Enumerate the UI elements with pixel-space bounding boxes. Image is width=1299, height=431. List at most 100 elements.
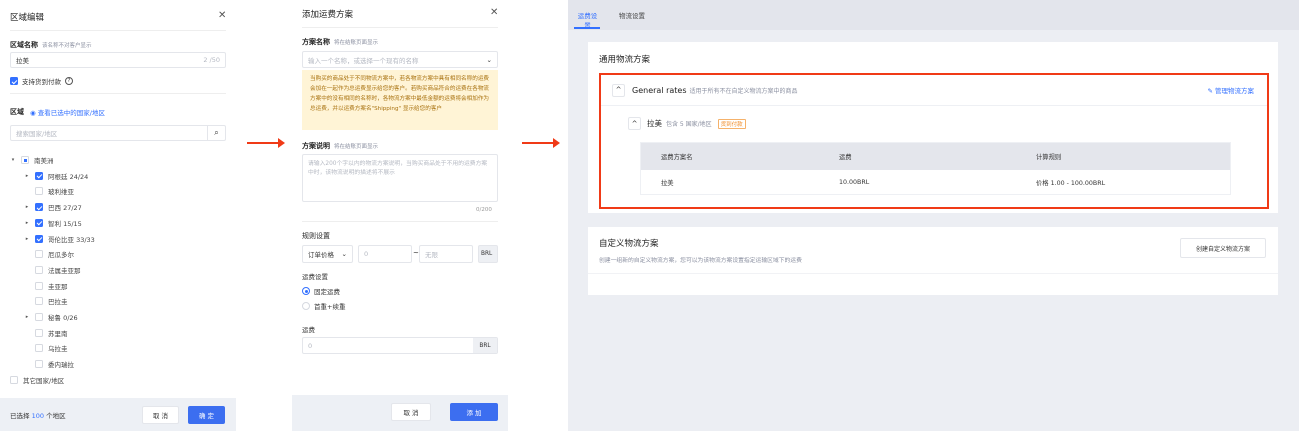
tree-checkbox[interactable] (35, 313, 43, 321)
collapse-chevron-up-icon[interactable]: ^ (612, 83, 625, 97)
section-desc: 创建一组新的自定义物流方案，您可以为该物流方案设置指定运输区域下的运费 (599, 258, 802, 264)
search-icon[interactable]: ⌕ (207, 126, 225, 140)
caret-icon[interactable]: ▾ (10, 157, 16, 163)
tree-item[interactable]: ▸ 阿根廷 24/24 (24, 170, 88, 182)
tree-item-label: 智利 15/15 (48, 219, 82, 228)
general-plan-card: 通用物流方案 ^ General rates 适用于所有不在自定义物流方案中的商… (588, 42, 1278, 213)
rates-table: 运费方案名 运费 计算规则 拉美 10.00BRL 价格 1.00 - 100.… (640, 142, 1231, 195)
tree-item[interactable]: ▸ 智利 15/15 (24, 217, 82, 229)
region-search-input[interactable]: 搜索国家/地区 ⌕ (10, 125, 226, 141)
arrow-icon (522, 138, 560, 148)
rate-desc-textarea[interactable]: 请输入200个字以内的物流方案说明，当购买商品处于不用的运费方案中时，该物流说明… (302, 154, 498, 202)
tree-item[interactable]: 委内瑞拉 (24, 358, 74, 370)
tree-checkbox[interactable] (35, 203, 43, 212)
tree-checkbox[interactable] (10, 375, 18, 384)
tree-checkbox[interactable] (35, 218, 43, 227)
tree-item-label: 秘鲁 0/26 (48, 314, 78, 322)
cod-label: 支持货到付款 (22, 78, 61, 86)
tree-checkbox[interactable] (35, 328, 43, 337)
rate-desc-hint: 将在结账页面显示 (334, 144, 379, 150)
general-rates-desc: 适用于所有不在自定义物流方案中的商品 (689, 87, 798, 95)
close-icon[interactable]: ✕ (490, 7, 498, 18)
rate-name-label: 方案名称 (302, 38, 330, 46)
tree-item[interactable]: 乌拉圭 (24, 342, 68, 354)
currency-addon: BRL (478, 245, 498, 263)
tree-item-label: 厄瓜多尔 (48, 251, 74, 260)
char-counter: 2 /50 (203, 56, 220, 64)
radio-weight-fee[interactable]: 首重+续重 (302, 301, 345, 311)
general-rates-title: General rates (632, 85, 687, 95)
view-selected-link[interactable]: ◉ 查看已选中的国家/地区 (30, 107, 105, 117)
caret-icon[interactable]: ▸ (24, 220, 30, 226)
tree-item[interactable]: 苏里南 (24, 327, 68, 339)
tree-item[interactable]: 其它国家/地区 (10, 374, 64, 386)
zone-name: 拉美 (647, 119, 662, 128)
region-name-input[interactable]: 拉美 2 /50 (10, 52, 226, 68)
rule-min-input[interactable]: 0 (358, 245, 412, 263)
tree-checkbox[interactable] (35, 281, 43, 290)
tree-item-label: 其它国家/地区 (23, 376, 65, 385)
create-custom-plan-button[interactable]: 创建自定义物流方案 (1180, 238, 1266, 258)
tree-item-label: 苏里南 (48, 329, 68, 338)
tree-item[interactable]: ▸ 哥伦比亚 33/33 (24, 233, 95, 245)
tree-checkbox[interactable] (35, 360, 43, 369)
section-title: 自定义物流方案 (599, 239, 659, 249)
tree-checkbox[interactable] (35, 171, 43, 180)
shipping-settings-page: 运费设置 物流设置 通用物流方案 ^ General rates 适用于所有不在… (568, 0, 1299, 431)
fee-input[interactable]: 0 BRL (302, 337, 498, 354)
tree-checkbox[interactable] (35, 297, 43, 306)
cancel-button[interactable]: 取 消 (391, 403, 431, 421)
tree-item[interactable]: 圭亚那 (24, 280, 68, 292)
caret-icon[interactable]: ▸ (24, 173, 30, 179)
tab-bar: 运费设置 物流设置 (568, 0, 1299, 30)
tree-checkbox[interactable] (35, 250, 43, 259)
tree-item[interactable]: ▾ 南美洲 (10, 154, 54, 166)
rate-name-select[interactable]: 输入一个名称，或选择一个现有的名称 ⌄ (302, 51, 498, 68)
tree-checkbox[interactable] (35, 344, 43, 353)
zone-desc: 包含 5 国家/地区 (666, 121, 712, 128)
region-name-hint: 该名称不对客户显示 (42, 43, 92, 49)
confirm-button[interactable]: 确 定 (188, 406, 225, 424)
tree-checkbox[interactable] (35, 234, 43, 243)
close-icon[interactable]: ✕ (218, 10, 226, 21)
tree-item[interactable]: 玻利维亚 (24, 185, 74, 197)
search-placeholder: 搜索国家/地区 (16, 130, 58, 138)
section-title: 通用物流方案 (599, 55, 651, 65)
range-separator: ~ (413, 249, 419, 257)
cod-checkbox[interactable] (10, 77, 18, 85)
rule-max-input[interactable]: 无限 (419, 245, 473, 263)
manage-plan-link[interactable]: ✎ 管理物流方案 (1207, 85, 1254, 95)
chevron-down-icon: ⌄ (341, 250, 347, 258)
add-button[interactable]: 添 加 (450, 403, 498, 421)
collapse-chevron-up-icon[interactable]: ^ (628, 117, 641, 130)
rule-type-select[interactable]: 订单价格 ⌄ (302, 245, 353, 263)
tree-item-label: 巴西 27/27 (48, 204, 82, 213)
help-icon[interactable]: ? (65, 77, 73, 85)
cancel-button[interactable]: 取 消 (142, 406, 179, 424)
tree-item[interactable]: 法属圭亚那 (24, 264, 81, 276)
tree-item[interactable]: ▸ 巴西 27/27 (24, 201, 82, 213)
caret-icon[interactable]: ▸ (24, 204, 30, 210)
pencil-icon: ✎ (1207, 87, 1213, 95)
currency-addon: BRL (473, 338, 497, 353)
tree-item-label: 圭亚那 (48, 282, 68, 291)
tree-item[interactable]: ▸ 秘鲁 0/26 (24, 311, 78, 323)
tab-logistics[interactable]: 物流设置 (619, 10, 645, 20)
tree-checkbox[interactable] (21, 156, 29, 164)
arrow-icon (247, 138, 285, 148)
tree-item[interactable]: 巴拉圭 (24, 295, 68, 307)
rate-desc-label: 方案说明 (302, 142, 330, 150)
caret-icon[interactable]: ▸ (24, 314, 30, 320)
fee-setting-label: 运费设置 (302, 273, 328, 281)
rate-name-hint: 将在结账页面显示 (334, 40, 379, 46)
fee-label: 运费 (302, 326, 315, 334)
region-label: 区域 (10, 108, 24, 116)
radio-fixed-fee[interactable]: 固定运费 (302, 286, 340, 296)
table-row: 拉美 10.00BRL 价格 1.00 - 100.00BRL (661, 179, 1106, 187)
tree-checkbox[interactable] (35, 265, 43, 274)
tree-item[interactable]: 厄瓜多尔 (24, 248, 74, 260)
region-editor-panel: 区域编辑 ✕ 区域名称 该名称不对客户显示 拉美 2 /50 支持货到付款? 区域 ◉… (0, 0, 236, 431)
caret-icon[interactable]: ▸ (24, 236, 30, 242)
tree-checkbox[interactable] (35, 187, 43, 196)
add-rate-panel: 添加运费方案 ✕ 方案名称 将在结账页面显示 输入一个名称，或选择一个现有的名称 ⌄… (292, 0, 508, 431)
